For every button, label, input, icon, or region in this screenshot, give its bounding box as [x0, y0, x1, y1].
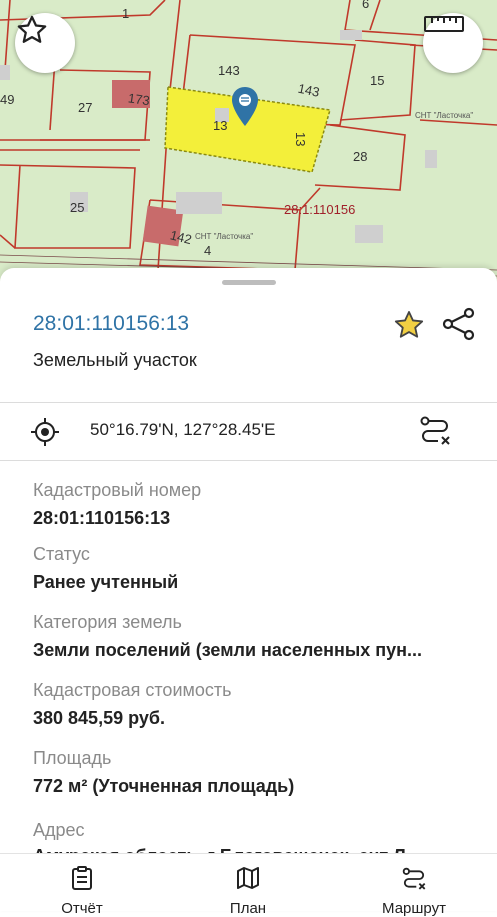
divider — [0, 460, 497, 461]
map-label: СНТ "Ласточка" — [415, 111, 473, 120]
star-outline-icon — [17, 15, 47, 43]
parcel-cadastral-title[interactable]: 28:01:110156:13 — [33, 312, 189, 336]
area-label: Площадь — [33, 748, 112, 768]
parcel-type: Земельный участок — [33, 350, 197, 370]
map-label: 6 — [362, 0, 369, 11]
land-category-label: Категория земель — [33, 612, 182, 632]
map-label: 13 — [213, 118, 227, 133]
status-label: Статус — [33, 544, 90, 564]
map-label: 15 — [370, 73, 384, 88]
favorite-button[interactable] — [392, 308, 426, 342]
status-value: Ранее учтенный — [33, 572, 179, 592]
map-icon — [237, 867, 259, 889]
star-icon — [394, 311, 424, 338]
ruler-button[interactable] — [423, 13, 483, 73]
nav-route[interactable]: Маршрут — [354, 854, 474, 917]
clipboard-icon — [72, 866, 92, 890]
cadastral-number-label: Кадастровый номер — [33, 480, 202, 500]
map-label: СНТ "Ласточка" — [195, 232, 253, 241]
nav-plan-label: План — [229, 900, 267, 917]
nav-plan[interactable]: План — [188, 854, 308, 917]
nav-route-label: Маршрут — [382, 900, 446, 917]
ruler-icon — [424, 16, 464, 32]
parcel-info-sheet: 28:01:110156:13 Земельный участок 50°16.… — [0, 268, 497, 910]
bottom-navigation: Отчёт План Маршрут — [0, 853, 497, 917]
cadastral-cost-value: 380 845,59 руб. — [33, 708, 165, 728]
coordinates-row[interactable]: 50°16.79'N, 127°28.45'E — [0, 402, 497, 460]
cadastral-cost-label: Кадастровая стоимость — [33, 680, 232, 700]
map-label: 28 — [353, 149, 367, 164]
share-button[interactable] — [441, 306, 477, 342]
map-label: 173 — [127, 90, 151, 108]
map-pin-icon[interactable] — [231, 86, 259, 128]
area-value: 772 м² (Уточненная площадь) — [33, 776, 295, 796]
share-icon — [442, 307, 475, 341]
nav-report[interactable]: Отчёт — [22, 854, 142, 917]
map-label: 25 — [70, 200, 84, 215]
favorite-map-button[interactable] — [15, 13, 75, 73]
sheet-drag-handle[interactable] — [222, 280, 276, 285]
address-label: Адрес — [33, 820, 85, 840]
map-view[interactable]: 1 6 143 15 49 27 173 143 13 13 28 25 142… — [0, 0, 497, 300]
map-label: 28:1:110156 — [284, 202, 355, 217]
map-label: 13 — [293, 132, 308, 146]
coordinates-text: 50°16.79'N, 127°28.45'E — [90, 420, 276, 439]
nav-report-label: Отчёт — [61, 900, 103, 917]
route-icon — [402, 867, 426, 890]
map-label: 4 — [204, 243, 211, 258]
cadastral-number-value: 28:01:110156:13 — [33, 508, 171, 528]
route-icon[interactable] — [418, 414, 452, 448]
map-label: 27 — [78, 100, 92, 115]
gps-target-icon — [31, 418, 59, 446]
map-label: 49 — [0, 92, 14, 107]
map-label: 1 — [122, 6, 129, 21]
map-label: 143 — [218, 63, 240, 78]
land-category-value: Земли поселений (земли населенных пун... — [33, 640, 423, 660]
